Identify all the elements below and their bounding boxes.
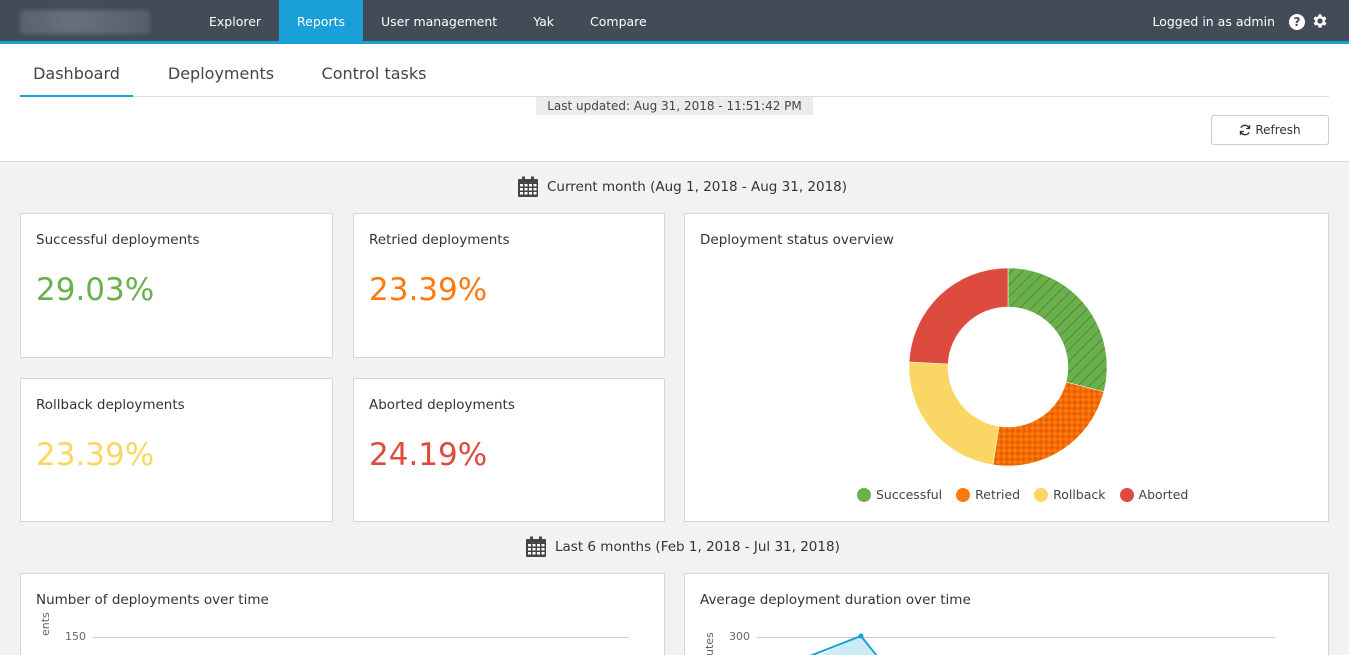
legend-item-aborted[interactable]: Aborted bbox=[1119, 487, 1189, 502]
legend-label: Successful bbox=[876, 487, 943, 502]
kpi-title: Retried deployments bbox=[369, 232, 510, 248]
kpi-value: 23.39% bbox=[369, 272, 488, 308]
data-point[interactable] bbox=[858, 633, 864, 639]
overview-title: Deployment status overview bbox=[700, 232, 894, 248]
current-month-label: Current month (Aug 1, 2018 - Aug 31, 201… bbox=[547, 179, 848, 195]
deployments-over-time-card: Number of deployments over time ents 150 bbox=[20, 573, 665, 655]
kpi-title: Aborted deployments bbox=[369, 397, 515, 413]
legend-item-rollback[interactable]: Rollback bbox=[1034, 487, 1106, 502]
y-axis-label: ents bbox=[39, 612, 52, 636]
donut-legend: Successful Retried Rollback Aborted bbox=[857, 487, 1188, 502]
current-month-heading: Current month (Aug 1, 2018 - Aug 31, 201… bbox=[517, 176, 847, 198]
donut-slice-retried[interactable] bbox=[992, 381, 1105, 467]
duration-line bbox=[809, 633, 878, 655]
y-tick-label: 150 bbox=[65, 630, 86, 643]
nav-item-reports[interactable]: Reports bbox=[279, 0, 363, 41]
legend-label: Aborted bbox=[1138, 487, 1189, 502]
donut-slice-rollback[interactable] bbox=[908, 361, 1000, 466]
legend-item-successful[interactable]: Successful bbox=[857, 487, 942, 502]
gear-icon[interactable] bbox=[1311, 12, 1329, 30]
last-updated: Last updated: Aug 31, 2018 - 11:51:42 PM bbox=[536, 97, 813, 115]
last-six-months-label: Last 6 months (Feb 1, 2018 - Jul 31, 201… bbox=[555, 539, 840, 555]
donut-slice-aborted[interactable] bbox=[908, 267, 1009, 365]
duration-chart-title: Average deployment duration over time bbox=[700, 592, 971, 608]
nav-item-compare[interactable]: Compare bbox=[572, 0, 665, 41]
tab-deployments[interactable]: Deployments bbox=[162, 44, 280, 97]
legend-label: Retried bbox=[975, 487, 1021, 502]
refresh-label: Refresh bbox=[1255, 123, 1301, 137]
tab-dashboard[interactable]: Dashboard bbox=[20, 44, 133, 97]
kpi-card-retried: Retried deployments 23.39% bbox=[353, 213, 665, 358]
duration-over-time-card: Average deployment duration over time ut… bbox=[684, 573, 1329, 655]
y-axis-label: utes bbox=[703, 632, 716, 655]
legend-dot bbox=[1119, 487, 1134, 502]
nav-item-user-management[interactable]: User management bbox=[363, 0, 515, 41]
calendar-icon bbox=[526, 536, 546, 557]
legend-dot bbox=[1034, 487, 1049, 502]
kpi-value: 29.03% bbox=[36, 272, 155, 308]
legend-dot bbox=[956, 487, 971, 502]
nav-item-explorer[interactable]: Explorer bbox=[191, 0, 279, 41]
count-chart-title: Number of deployments over time bbox=[36, 592, 269, 608]
calendar-icon bbox=[518, 176, 538, 197]
kpi-card-rollback: Rollback deployments 23.39% bbox=[20, 378, 333, 522]
nav-item-yak[interactable]: Yak bbox=[515, 0, 572, 41]
refresh-icon bbox=[1240, 124, 1251, 136]
y-tick-label: 300 bbox=[729, 630, 750, 643]
top-navbar: Explorer Reports User management Yak Com… bbox=[0, 0, 1349, 44]
tab-control-tasks[interactable]: Control tasks bbox=[315, 44, 433, 97]
logo[interactable] bbox=[20, 10, 150, 34]
legend-item-retried[interactable]: Retried bbox=[956, 487, 1020, 502]
main-nav: Explorer Reports User management Yak Com… bbox=[191, 0, 665, 41]
legend-dot bbox=[857, 487, 871, 502]
refresh-button[interactable]: Refresh bbox=[1211, 115, 1329, 145]
last-six-months-heading: Last 6 months (Feb 1, 2018 - Jul 31, 201… bbox=[525, 536, 840, 558]
logged-in-user[interactable]: Logged in as admin bbox=[1152, 0, 1275, 41]
report-tabs: Dashboard Deployments Control tasks bbox=[20, 44, 1329, 97]
legend-label: Rollback bbox=[1053, 487, 1106, 502]
kpi-card-successful: Successful deployments 29.03% bbox=[20, 213, 333, 358]
donut-slice-successful[interactable] bbox=[1007, 267, 1108, 393]
kpi-title: Rollback deployments bbox=[36, 397, 185, 413]
status-donut-chart bbox=[908, 267, 1108, 467]
deployment-status-card: Deployment status overview Successful Re… bbox=[684, 213, 1329, 522]
kpi-value: 23.39% bbox=[36, 437, 155, 473]
help-icon[interactable]: ? bbox=[1289, 14, 1305, 30]
kpi-title: Successful deployments bbox=[36, 232, 200, 248]
tabs-bar: Dashboard Deployments Control tasks Last… bbox=[0, 44, 1349, 162]
kpi-value: 24.19% bbox=[369, 437, 488, 473]
kpi-card-aborted: Aborted deployments 24.19% bbox=[353, 378, 665, 522]
gridline bbox=[93, 637, 629, 638]
